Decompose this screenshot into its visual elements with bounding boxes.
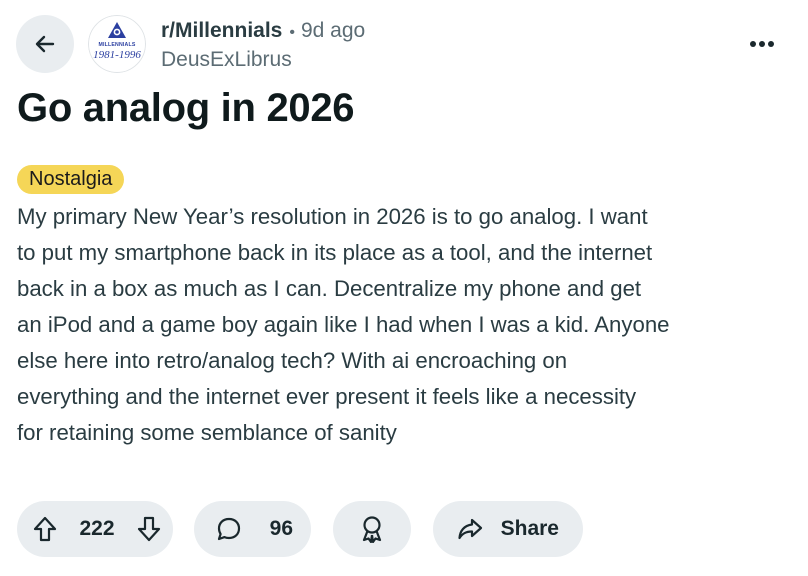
comments-button[interactable]: 96 — [194, 501, 311, 557]
award-ribbon-icon — [359, 515, 385, 543]
more-horizontal-icon — [749, 40, 775, 48]
downvote-button[interactable] — [137, 516, 161, 542]
post-body: My primary New Year’s resolution in 2026… — [17, 199, 792, 451]
meta-separator: • — [289, 24, 295, 41]
post-flair[interactable]: Nostalgia — [17, 165, 125, 194]
comment-bubble-icon — [216, 516, 242, 542]
avatar-bottom-text: 1981-1996 — [93, 49, 141, 61]
downvote-arrow-icon — [137, 516, 161, 542]
vote-count: 222 — [79, 517, 115, 540]
avatar-top-text: MILLENNIALS — [98, 42, 135, 48]
subreddit-avatar[interactable]: MILLENNIALS 1981-1996 — [88, 15, 146, 73]
share-arrow-icon — [457, 517, 483, 541]
arrow-left-icon — [33, 32, 57, 56]
back-button[interactable] — [16, 15, 74, 73]
post-timestamp: 9d ago — [300, 19, 366, 42]
post-body-line: else here into retro/analog tech? With a… — [17, 348, 568, 373]
comment-count: 96 — [269, 517, 293, 540]
subreddit-link[interactable]: r/Millennials — [161, 19, 282, 43]
post-body-line: back in a box as much as I can. Decentra… — [17, 276, 642, 301]
post-body-line: an iPod and a game boy again like I had … — [17, 312, 670, 337]
share-button[interactable]: Share — [433, 501, 583, 557]
post-body-line: to put my smartphone back in its place a… — [17, 240, 653, 265]
upvote-button[interactable] — [33, 516, 57, 542]
vote-bar: 222 — [17, 501, 173, 557]
post-body-line: everything and the internet ever present… — [17, 384, 637, 409]
more-options-button[interactable] — [742, 30, 782, 58]
millennials-logo-icon: MILLENNIALS 1981-1996 — [88, 15, 146, 73]
post-title: Go analog in 2026 — [17, 86, 355, 130]
post-meta: r/Millennials • 9d ago — [161, 19, 365, 45]
post-body-line: My primary New Year’s resolution in 2026… — [17, 204, 648, 229]
share-label: Share — [500, 517, 559, 540]
post-body-line: for retaining some semblance of sanity — [17, 420, 397, 445]
upvote-arrow-icon — [33, 516, 57, 542]
award-button[interactable] — [333, 501, 411, 557]
author-username[interactable]: DeusExLibrus — [161, 48, 292, 72]
